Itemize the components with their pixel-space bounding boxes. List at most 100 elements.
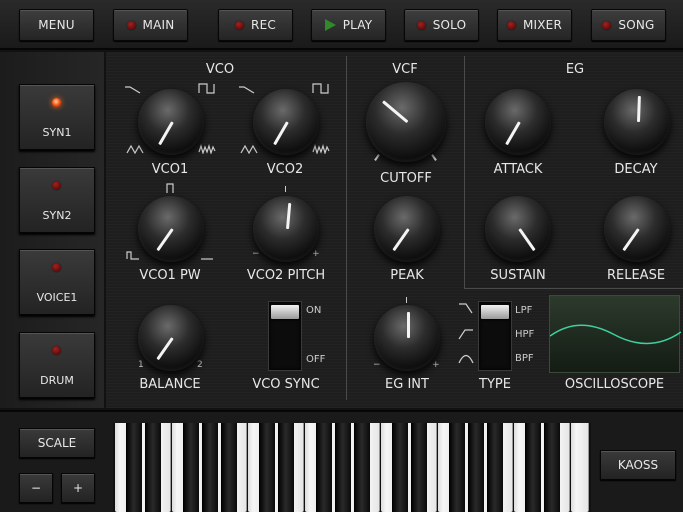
cutoff-knob[interactable]	[366, 82, 446, 162]
black-key[interactable]	[354, 423, 370, 512]
song-button[interactable]: SONG	[591, 9, 666, 41]
center-tick	[285, 186, 286, 192]
instrument-button-drum[interactable]: DRUM	[19, 332, 95, 398]
square-wave-icon	[198, 83, 215, 94]
saw-wave-icon	[125, 86, 141, 94]
filter-type-switch[interactable]	[478, 301, 512, 371]
pulse-low-icon	[126, 251, 139, 260]
black-key[interactable]	[316, 423, 332, 512]
saw-wave-icon	[239, 86, 255, 94]
song-led-icon	[602, 20, 612, 30]
piano-keyboard	[113, 423, 591, 512]
syn1-led-icon	[52, 98, 61, 107]
decay-knob[interactable]	[604, 89, 670, 155]
knob-pointer	[505, 121, 521, 146]
minus-mark: −	[373, 360, 381, 370]
black-key[interactable]	[392, 423, 408, 512]
noise-wave-icon	[312, 144, 330, 154]
white-key[interactable]	[571, 423, 589, 512]
balance-label: BALANCE	[139, 377, 201, 392]
voice1-led-icon	[52, 263, 61, 272]
black-key[interactable]	[525, 423, 541, 512]
divider	[464, 288, 683, 289]
attack-knob[interactable]	[485, 89, 551, 155]
sustain-label: SUSTAIN	[490, 268, 546, 283]
knob-pointer	[622, 228, 640, 252]
release-knob[interactable]	[604, 196, 670, 262]
knob-pointer	[392, 228, 410, 252]
pulse-high-icon	[201, 258, 213, 260]
kaoss-button-label: KAOSS	[617, 458, 659, 472]
vco2-label: VCO2	[266, 162, 304, 177]
black-key[interactable]	[221, 423, 237, 512]
syn2-led-icon	[52, 181, 61, 190]
instrument-button-syn2[interactable]: SYN2	[19, 167, 95, 233]
instrument-label: DRUM	[40, 374, 74, 387]
knob-pointer	[273, 121, 289, 146]
vcf-section-title: VCF	[392, 62, 418, 77]
drum-led-icon	[52, 346, 61, 355]
kaoss-button[interactable]: KAOSS	[600, 450, 676, 480]
square-wave-icon	[312, 83, 329, 94]
black-key[interactable]	[259, 423, 275, 512]
knob-pointer	[156, 228, 174, 252]
main-button-label: MAIN	[142, 18, 175, 32]
black-key[interactable]	[487, 423, 503, 512]
octave-up-button[interactable]: +	[61, 473, 95, 503]
vco2-knob[interactable]	[253, 89, 319, 155]
vco-sync-off-label: OFF	[306, 354, 326, 365]
black-key[interactable]	[126, 423, 142, 512]
mixer-led-icon	[506, 20, 516, 30]
release-label: RELEASE	[606, 268, 666, 283]
vco2-pitch-knob[interactable]	[253, 196, 319, 262]
hpf-icon	[458, 329, 473, 340]
solo-button-label: SOLO	[432, 18, 467, 32]
triangle-wave-icon	[126, 144, 144, 154]
instrument-button-voice1[interactable]: VOICE1	[19, 249, 95, 315]
sustain-knob[interactable]	[485, 196, 551, 262]
black-key[interactable]	[278, 423, 294, 512]
knob-pointer	[518, 228, 536, 252]
solo-led-icon	[416, 20, 426, 30]
vco1-knob[interactable]	[138, 89, 204, 155]
decay-label: DECAY	[614, 162, 658, 177]
scale-button[interactable]: SCALE	[19, 428, 95, 458]
black-key[interactable]	[335, 423, 351, 512]
black-key[interactable]	[411, 423, 427, 512]
rec-button[interactable]: REC	[218, 9, 293, 41]
black-key[interactable]	[449, 423, 465, 512]
black-key[interactable]	[544, 423, 560, 512]
vco1-pw-knob[interactable]	[138, 196, 204, 262]
instrument-label: SYN1	[42, 126, 72, 139]
lpf-label: LPF	[515, 305, 533, 316]
main-button[interactable]: MAIN	[113, 9, 188, 41]
black-key[interactable]	[202, 423, 218, 512]
black-key[interactable]	[145, 423, 161, 512]
plus-mark: +	[432, 360, 440, 370]
main-led-icon	[126, 20, 136, 30]
eg-int-knob[interactable]	[374, 305, 440, 371]
solo-button[interactable]: SOLO	[404, 9, 479, 41]
vco-sync-switch[interactable]	[268, 301, 302, 371]
play-button[interactable]: PLAY	[311, 9, 386, 41]
oscilloscope-display	[549, 295, 682, 373]
minus-mark: −	[252, 249, 260, 259]
mixer-button[interactable]: MIXER	[497, 9, 572, 41]
eg-int-label: EG INT	[385, 377, 429, 392]
vco1-pw-label: VCO1 PW	[139, 268, 201, 283]
menu-button[interactable]: MENU	[19, 9, 94, 41]
vco1-label: VCO1	[151, 162, 189, 177]
balance-knob[interactable]	[138, 305, 204, 371]
black-key[interactable]	[468, 423, 484, 512]
instrument-label: VOICE1	[36, 291, 78, 304]
switch-cap	[481, 305, 509, 319]
vco-sync-on-label: ON	[306, 305, 322, 316]
octave-down-button[interactable]: −	[19, 473, 53, 503]
peak-knob[interactable]	[374, 196, 440, 262]
bpf-icon	[458, 354, 474, 364]
menu-button-label: MENU	[38, 18, 75, 32]
black-key[interactable]	[183, 423, 199, 512]
knob-pointer	[158, 121, 174, 146]
cutoff-label: CUTOFF	[380, 171, 432, 186]
instrument-button-syn1[interactable]: SYN1	[19, 84, 95, 150]
